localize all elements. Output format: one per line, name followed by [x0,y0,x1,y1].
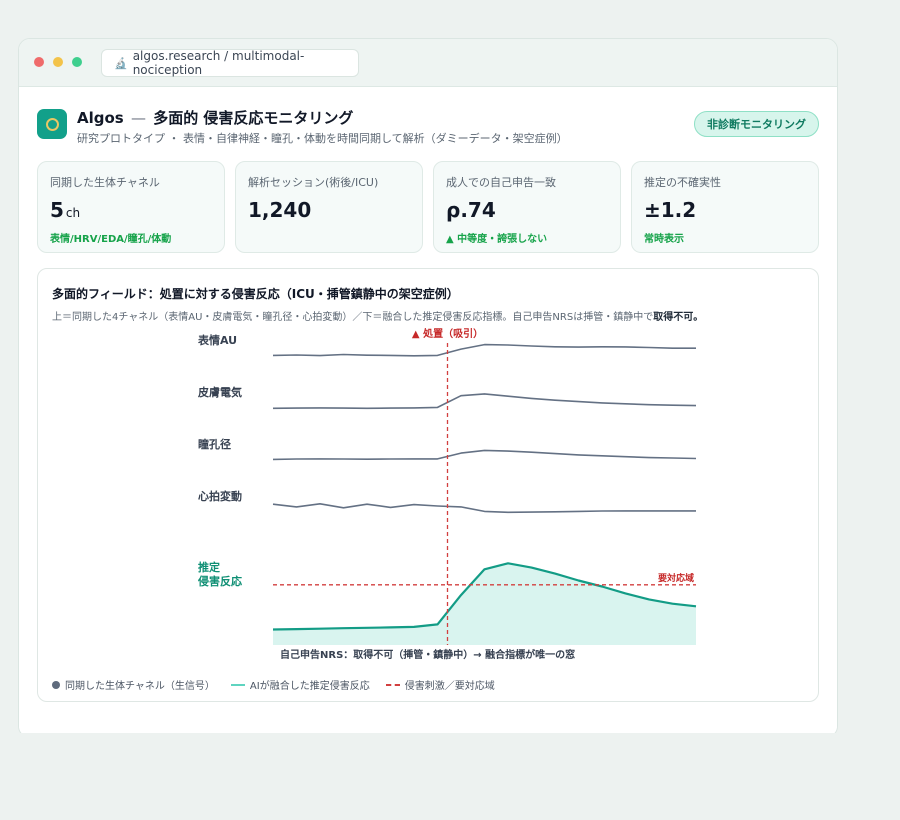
title-separator: — [130,109,146,127]
minimize-window-button[interactable] [53,57,63,67]
fused-label-line-0: 推定 [198,560,220,574]
address-bar[interactable]: 🔬 algos.research / multimodal-nociceptio… [101,49,359,77]
stat-label: 推定の不確実性 [644,176,721,189]
stat-value: ±1.2 [644,198,697,222]
browser-window: 🔬 algos.research / multimodal-nociceptio… [18,38,838,738]
stat-note: 常時表示 [644,234,684,245]
fused-label-line-1: 侵害反応 [197,574,242,588]
nrs-footer-label: 自己申告NRS：取得不可（挿管・鎮静中）→ 融合指標が唯一の窓 [280,648,575,661]
nociception-chart: 表情AU 皮膚電気瞳孔径心拍変動要対応域 推定侵害反応 ▲ 処置（吸引） 自己申告NRS… [197,327,697,661]
chart-legend: 同期した生体チャネル（生信号） AIが融合した推定侵害反応 侵害刺激／要対応域 [52,677,495,692]
page-title: Algos — 多面的 侵害反応モニタリング [77,107,353,128]
multimodal-field-panel: 多面的フィールド：処置に対する侵害反応（ICU・挿管鎮静中の架空症例） 上＝同期… [37,268,819,702]
brand-name: Algos [77,109,124,127]
channel-line-2 [272,449,697,461]
channel-label-2: 瞳孔径 [198,437,231,451]
legend-line-marker [230,683,245,686]
legend-item-fused: AIが融合した推定侵害反応 [230,677,370,692]
channel-line-0 [272,343,696,357]
page-subtitle: 研究プロトタイプ ・ 表情・自律神経・瞳孔・体動を時間同期して解析（ダミーデータ… [77,132,568,145]
title-text: 多面的 侵害反応モニタリング [153,109,354,127]
page-bottom-fade [0,733,900,820]
channel-line-1 [272,393,697,410]
channel-label-1: 皮膚電気 [197,385,242,399]
stat-label: 成人での自己申告一致 [446,176,556,189]
channel-line-3 [272,503,696,514]
algos-logo-icon [37,109,67,139]
channel-label-3: 心拍変動 [198,489,242,503]
event-label: ▲ 処置（吸引） [412,327,483,340]
legend-dash-marker [385,683,400,686]
url-text: algos.research / multimodal-nociception [132,49,305,77]
channel-label-0: 表情AU [197,333,237,347]
stat-value: 1,240 [248,198,312,222]
microscope-icon: 🔬 [114,56,128,70]
stat-label: 解析セッション(術後/ICU) [248,176,379,189]
page-content: Algos — 多面的 侵害反応モニタリング 研究プロトタイプ ・ 表情・自律神… [19,87,837,737]
legend-item-channels: 同期した生体チャネル（生信号） [52,677,215,692]
stat-card-uncertainty: 推定の不確実性 ±1.2 常時表示 [631,161,819,253]
non-diagnostic-badge: 非診断モニタリング [694,111,819,137]
maximize-window-button[interactable] [72,57,82,67]
stat-card-agreement: 成人での自己申告一致 ρ.74 ▲ 中等度・誇張しない [433,161,621,253]
legend-dot-marker [52,680,60,689]
browser-titlebar: 🔬 algos.research / multimodal-nociceptio… [19,39,837,87]
page-header: Algos — 多面的 侵害反応モニタリング 研究プロトタイプ ・ 表情・自律神… [37,107,819,151]
stats-row: 同期した生体チャネル 5 ch 表情/HRV/EDA/瞳孔/体動 解析セッション(… [37,161,819,253]
close-window-button[interactable] [34,57,44,67]
threshold-label: 要対応域 [658,572,694,584]
stat-note: 表情/HRV/EDA/瞳孔/体動 [50,234,172,245]
stat-label: 同期した生体チャネル [50,176,160,189]
legend-item-event: 侵害刺激／要対応域 [385,677,495,692]
stat-value: ρ.74 [446,198,496,222]
stat-value: 5 ch [50,198,81,222]
stat-note: ▲ 中等度・誇張しない [446,234,548,245]
stat-card-channels: 同期した生体チャネル 5 ch 表情/HRV/EDA/瞳孔/体動 [37,161,225,253]
stat-card-sessions: 解析セッション(術後/ICU) 1,240 [235,161,423,253]
fused-area [273,563,696,645]
